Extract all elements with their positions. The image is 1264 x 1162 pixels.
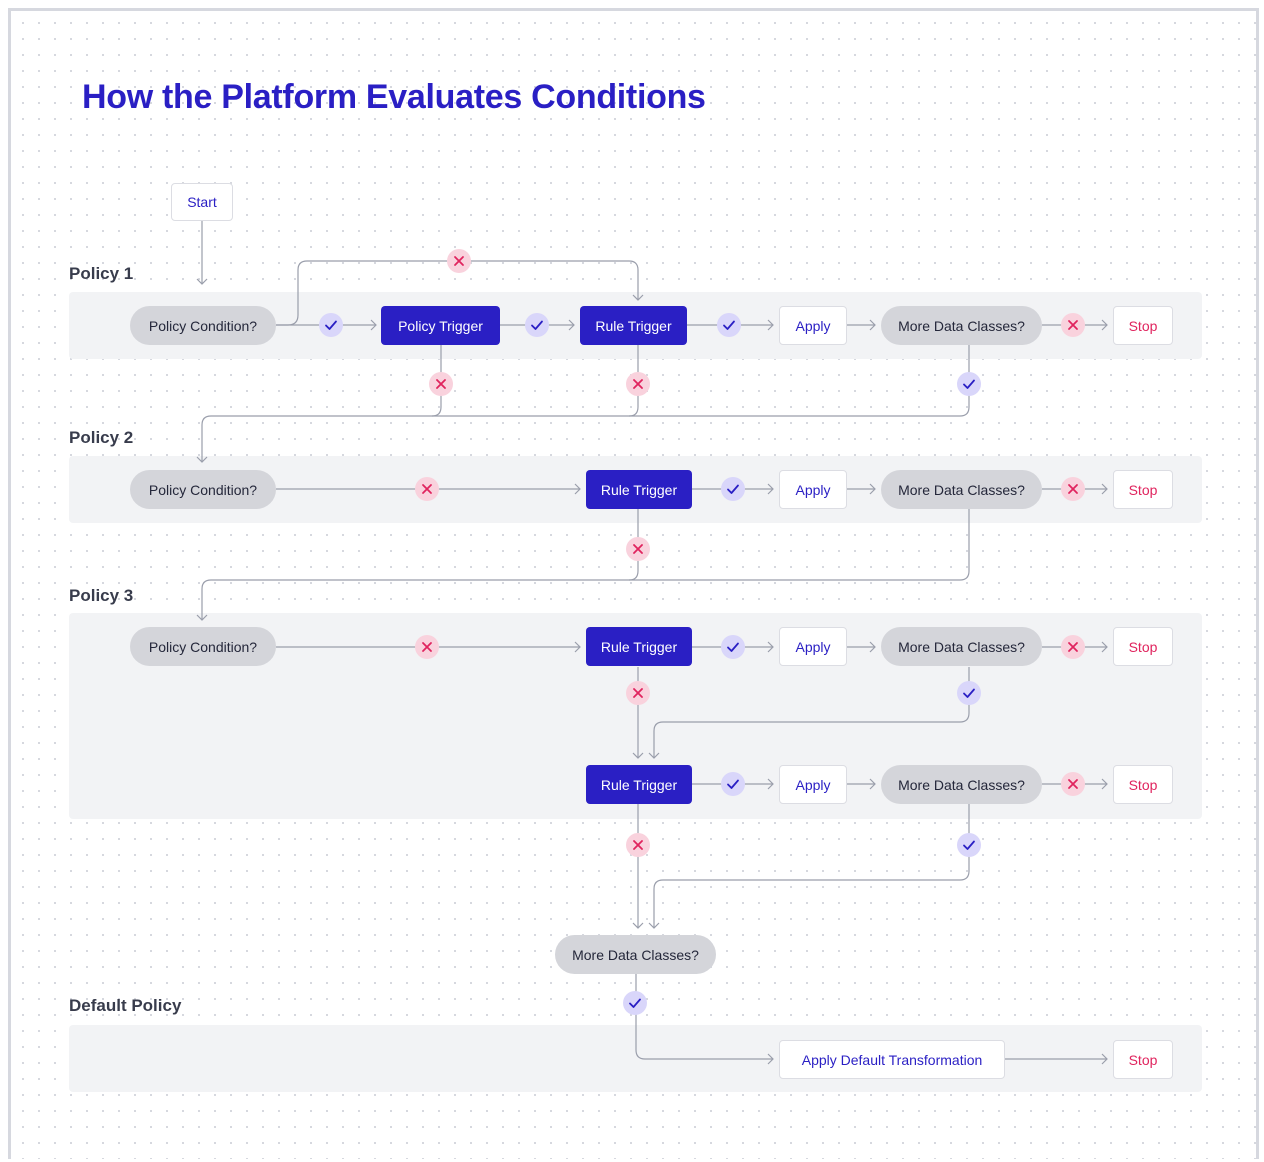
policy-3-label: Policy 3	[69, 586, 134, 605]
check-icon	[721, 635, 745, 659]
check-icon	[319, 313, 343, 337]
check-icon	[721, 477, 745, 501]
check-icon	[957, 372, 981, 396]
cross-icon	[1061, 635, 1085, 659]
check-icon	[721, 772, 745, 796]
apply-default-transformation: Apply Default Transformation	[779, 1040, 1005, 1079]
policy-1-apply: Apply	[779, 306, 847, 345]
cross-icon	[429, 372, 453, 396]
default-policy-label: Default Policy	[69, 996, 182, 1015]
default-stop: Stop	[1113, 1040, 1173, 1079]
cross-icon	[415, 635, 439, 659]
policy-3-rule-trigger-1: Rule Trigger	[586, 627, 692, 666]
policy-3-more-data-classes-2: More Data Classes?	[881, 765, 1042, 804]
policy-3-apply-2: Apply	[779, 765, 847, 804]
cross-icon	[1061, 772, 1085, 796]
check-icon	[957, 681, 981, 705]
cross-icon	[626, 537, 650, 561]
check-icon	[717, 313, 741, 337]
policy-2-rule-trigger: Rule Trigger	[586, 470, 692, 509]
policy-2-label: Policy 2	[69, 428, 134, 447]
policy-3-condition: Policy Condition?	[130, 627, 276, 666]
check-icon	[525, 313, 549, 337]
policy-2-apply: Apply	[779, 470, 847, 509]
policy-1-stop: Stop	[1113, 306, 1173, 345]
policy-1-policy-trigger: Policy Trigger	[381, 306, 500, 345]
flow-connectors	[196, 221, 1108, 1065]
policy-3-apply-1: Apply	[779, 627, 847, 666]
cross-icon	[1061, 313, 1085, 337]
check-icon	[623, 991, 647, 1015]
cross-icon	[447, 249, 471, 273]
cross-icon	[415, 477, 439, 501]
policy-1-more-data-classes: More Data Classes?	[881, 306, 1042, 345]
policy-1-condition: Policy Condition?	[130, 306, 276, 345]
policy-3-rule-trigger-2: Rule Trigger	[586, 765, 692, 804]
policy-3-stop-2: Stop	[1113, 765, 1173, 804]
check-icon	[957, 833, 981, 857]
cross-icon	[626, 681, 650, 705]
policy-1-label: Policy 1	[69, 264, 134, 283]
policy-2-condition: Policy Condition?	[130, 470, 276, 509]
policy-2-more-data-classes: More Data Classes?	[881, 470, 1042, 509]
cross-icon	[1061, 477, 1085, 501]
policy-3-stop-1: Stop	[1113, 627, 1173, 666]
start-node: Start	[171, 183, 233, 221]
cross-icon	[626, 372, 650, 396]
policy-1-rule-trigger: Rule Trigger	[580, 306, 687, 345]
final-more-data-classes: More Data Classes?	[555, 935, 716, 974]
policy-3-more-data-classes-1: More Data Classes?	[881, 627, 1042, 666]
policy-2-stop: Stop	[1113, 470, 1173, 509]
cross-icon	[626, 833, 650, 857]
